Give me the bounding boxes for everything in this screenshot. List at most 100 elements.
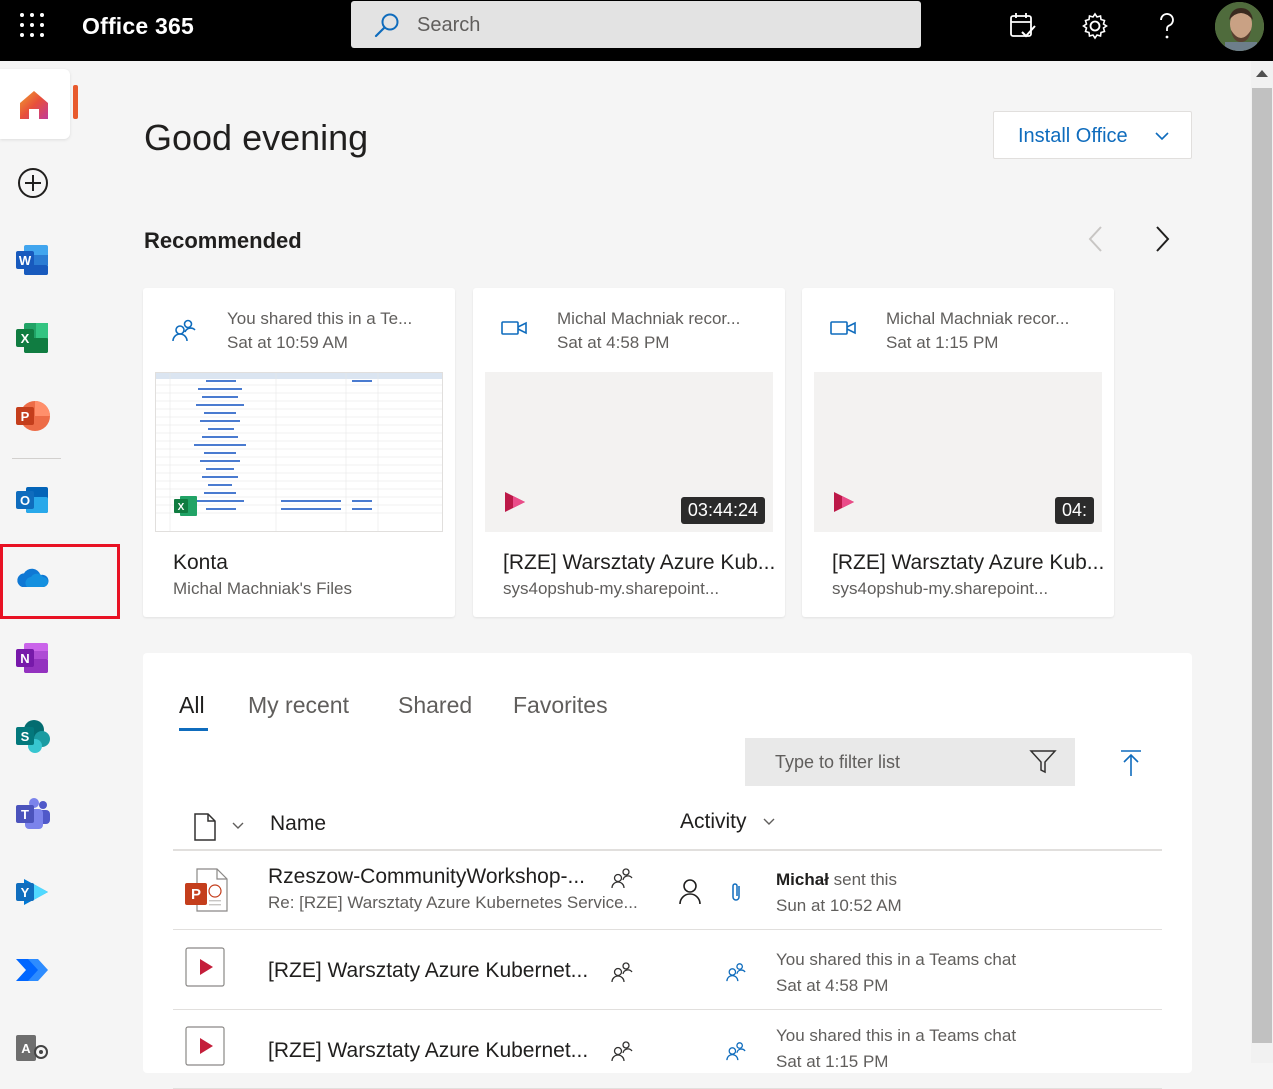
chevron-right-icon[interactable] (1152, 225, 1172, 253)
install-office-button[interactable]: Install Office (993, 111, 1192, 159)
svg-text:P: P (21, 409, 30, 424)
duration-badge: 03:44:24 (680, 497, 765, 524)
card-thumbnail: 03:44:24 (485, 372, 773, 532)
recommended-card[interactable]: Michal Machniak recor... Sat at 4:58 PM … (473, 288, 785, 617)
sharepoint-icon[interactable]: S (14, 717, 52, 755)
people-icon (172, 319, 196, 342)
scroll-up-arrow[interactable] (1256, 70, 1268, 77)
attachment-icon (732, 883, 740, 901)
avatar-photo (1215, 2, 1264, 51)
chevron-left-icon[interactable] (1086, 225, 1106, 253)
tab-underline (179, 728, 208, 731)
recommended-title: Recommended (144, 228, 302, 253)
yammer-icon[interactable]: Y (14, 873, 52, 911)
svg-text:W: W (19, 253, 32, 268)
stream-play-icon (834, 492, 854, 512)
shared-people-icon (726, 963, 746, 982)
chevron-down-icon[interactable] (231, 821, 245, 831)
pptx-file-icon: P (185, 868, 228, 912)
excel-icon[interactable]: X (14, 319, 52, 357)
file-type-icon[interactable] (193, 813, 217, 841)
rail-item-home[interactable] (0, 69, 70, 139)
app-rail: W X P O N S T Y A (0, 61, 120, 1063)
scrollbar[interactable] (1251, 61, 1273, 1063)
card-activity: You shared this in a Te... (227, 309, 413, 328)
onenote-icon[interactable]: N (14, 639, 52, 677)
plus-circle-icon[interactable] (14, 164, 52, 202)
word-icon[interactable]: W (14, 241, 52, 279)
duration-badge: 04: (1054, 497, 1094, 524)
brand-title[interactable]: Office 365 (82, 13, 194, 40)
stream-play-icon (505, 492, 525, 512)
svg-text:O: O (20, 493, 30, 508)
table-row[interactable]: P Rzeszow-CommunityWorkshop-... Re: [RZE… (173, 851, 1162, 930)
card-location: Michal Machniak's Files (173, 579, 352, 598)
video-icon (830, 321, 856, 335)
highlight-box (0, 544, 120, 619)
activity-time: Sat at 4:58 PM (776, 976, 889, 995)
card-location: sys4opshub-my.sharepoint... (832, 579, 1049, 598)
gear-icon[interactable] (1080, 10, 1110, 42)
search-placeholder: Search (417, 14, 481, 36)
card-activity: Michal Machniak recor... (557, 309, 741, 328)
column-header-activity[interactable]: Activity (680, 810, 747, 834)
shared-people-icon (726, 1042, 746, 1061)
waffle-icon[interactable] (20, 13, 46, 39)
card-location: sys4opshub-my.sharepoint... (503, 579, 720, 598)
video-file-icon (185, 947, 225, 987)
calendar-check-icon[interactable] (1008, 10, 1038, 42)
svg-text:X: X (21, 331, 30, 346)
card-time: Sat at 10:59 AM (227, 333, 348, 352)
activity-time: Sat at 1:15 PM (776, 1052, 889, 1071)
activity-actor: Michał (776, 870, 829, 889)
svg-text:P: P (191, 886, 201, 903)
tab-my-recent[interactable]: My recent (248, 692, 349, 719)
activity-text: Michał sent this (776, 870, 897, 890)
scroll-to-top-icon[interactable] (1118, 749, 1144, 777)
svg-text:A: A (21, 1041, 31, 1056)
tab-shared[interactable]: Shared (398, 692, 472, 719)
greeting-title: Good evening (144, 117, 369, 158)
recommended-card[interactable]: You shared this in a Te... Sat at 10:59 … (143, 288, 455, 617)
chevron-down-icon (1155, 132, 1169, 141)
tab-favorites[interactable]: Favorites (513, 692, 608, 719)
filter-input[interactable]: Type to filter list (745, 738, 1075, 786)
person-icon (679, 879, 701, 905)
admin-icon[interactable]: A (14, 1029, 52, 1067)
scrollbar-thumb[interactable] (1252, 88, 1272, 1043)
table-row[interactable]: [RZE] Warsztaty Azure Kubernet... You sh… (173, 1010, 1162, 1089)
activity-time: Sun at 10:52 AM (776, 896, 902, 915)
shared-people-icon (611, 962, 633, 983)
svg-text:X: X (178, 502, 185, 513)
help-icon[interactable] (1152, 10, 1182, 42)
file-name[interactable]: [RZE] Warsztaty Azure Kubernet... (268, 1039, 588, 1063)
search-box[interactable]: Search (351, 1, 921, 48)
powerpoint-icon[interactable]: P (14, 397, 52, 435)
card-thumbnail: 04: (814, 372, 1102, 532)
home-icon (20, 91, 48, 119)
column-header-name[interactable]: Name (270, 812, 326, 836)
spreadsheet-preview (156, 373, 442, 531)
card-file-name: Konta (173, 551, 228, 574)
filter-icon[interactable] (1029, 749, 1057, 775)
svg-text:T: T (21, 807, 29, 822)
activity-action: You shared this in a Teams chat (776, 1026, 1017, 1045)
excel-file-icon: X (174, 496, 197, 516)
svg-text:S: S (21, 729, 30, 744)
chevron-down-icon[interactable] (762, 817, 776, 827)
top-bar: Office 365 Search (0, 0, 1273, 61)
file-name[interactable]: Rzeszow-CommunityWorkshop-... (268, 865, 585, 889)
file-name[interactable]: [RZE] Warsztaty Azure Kubernet... (268, 959, 588, 983)
avatar[interactable] (1215, 2, 1264, 51)
install-office-label: Install Office (1018, 125, 1128, 147)
recommended-card[interactable]: Michal Machniak recor... Sat at 1:15 PM … (802, 288, 1114, 617)
outlook-icon[interactable]: O (14, 481, 52, 519)
teams-icon[interactable]: T (14, 795, 52, 833)
power-automate-icon[interactable] (14, 951, 52, 989)
card-file-name: [RZE] Warsztaty Azure Kub... (503, 551, 776, 574)
shared-people-icon (611, 1041, 633, 1062)
active-indicator (73, 85, 78, 119)
tab-all[interactable]: All (179, 692, 205, 719)
search-icon (374, 13, 399, 38)
table-row[interactable]: [RZE] Warsztaty Azure Kubernet... You sh… (173, 931, 1162, 1010)
